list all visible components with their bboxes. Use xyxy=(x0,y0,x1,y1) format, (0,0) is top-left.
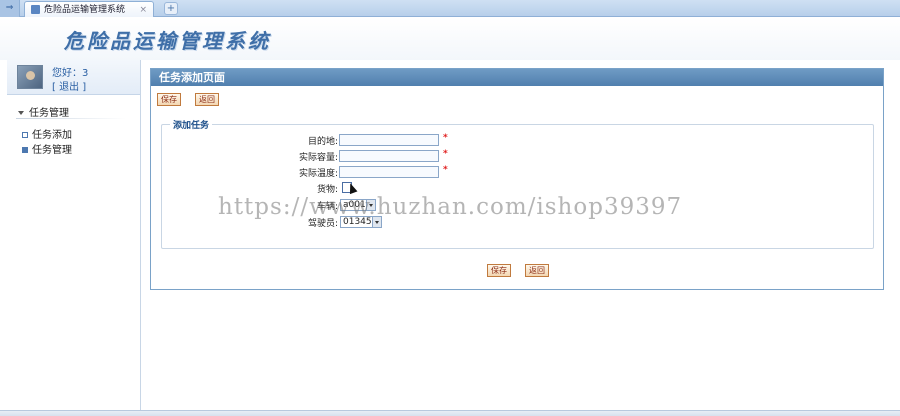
close-tab-icon[interactable]: × xyxy=(139,3,147,17)
task-add-panel: 任务添加页面 保存 返回 添加任务 目的地: * 实际容量: * 实际温度: *… xyxy=(150,68,884,290)
status-bar xyxy=(0,410,900,416)
doc-icon xyxy=(22,147,28,153)
sidebar-item-task-add[interactable]: 任务添加 xyxy=(22,126,72,141)
required-mark: * xyxy=(443,149,448,159)
actual-temperature-input[interactable] xyxy=(339,166,439,178)
avatar xyxy=(17,65,43,89)
destination-input[interactable] xyxy=(339,134,439,146)
sidebar-item-label: 任务添加 xyxy=(32,130,72,141)
required-mark: * xyxy=(443,133,448,143)
save-button-top[interactable]: 保存 xyxy=(157,93,181,106)
sidebar-section-task-management[interactable]: 任务管理 xyxy=(18,104,69,119)
back-button-top[interactable]: 返回 xyxy=(195,93,219,106)
actual-capacity-label: 实际容量: xyxy=(298,153,338,163)
browser-tab[interactable]: 危险品运输管理系统 × xyxy=(24,1,154,17)
actual-temperature-label: 实际温度: xyxy=(298,169,338,179)
doc-icon xyxy=(22,132,28,138)
page-favicon-icon xyxy=(31,5,40,14)
sidebar-divider xyxy=(16,118,126,119)
browser-tab-title: 危险品运输管理系统 xyxy=(44,5,126,15)
user-greeting: 您好：3 xyxy=(52,68,89,79)
collapse-arrow-icon xyxy=(18,111,24,115)
destination-label: 目的地: xyxy=(307,137,338,147)
logout-link[interactable]: [ 退出 ] xyxy=(52,78,86,93)
app-banner: 危险品运输管理系统 xyxy=(0,18,900,60)
app-title: 危险品运输管理系统 xyxy=(64,29,271,53)
fieldset-legend: 添加任务 xyxy=(170,118,213,131)
save-button-bottom[interactable]: 保存 xyxy=(487,264,511,277)
new-tab-button[interactable]: + xyxy=(164,2,178,15)
sidebar: 您好：3 [ 退出 ] 任务管理 任务添加 任务管理 xyxy=(0,60,141,410)
sidebar-item-label: 任务管理 xyxy=(32,145,72,156)
watermark-text: https://www.huzhan.com/ishop39397 xyxy=(218,194,683,220)
panel-title: 任务添加页面 xyxy=(151,69,883,86)
tab-list-button[interactable]: ⇒ xyxy=(0,0,20,17)
add-task-fieldset: 添加任务 目的地: * 实际容量: * 实际温度: * 货物: 车辆: a001… xyxy=(161,118,874,249)
back-button-bottom[interactable]: 返回 xyxy=(525,264,549,277)
required-mark: * xyxy=(443,165,448,175)
user-info-box: 您好：3 [ 退出 ] xyxy=(7,60,140,95)
sidebar-item-task-manage[interactable]: 任务管理 xyxy=(22,141,72,156)
actual-capacity-input[interactable] xyxy=(339,150,439,162)
browser-tab-strip: ⇒ 危险品运输管理系统 × + xyxy=(0,0,900,17)
